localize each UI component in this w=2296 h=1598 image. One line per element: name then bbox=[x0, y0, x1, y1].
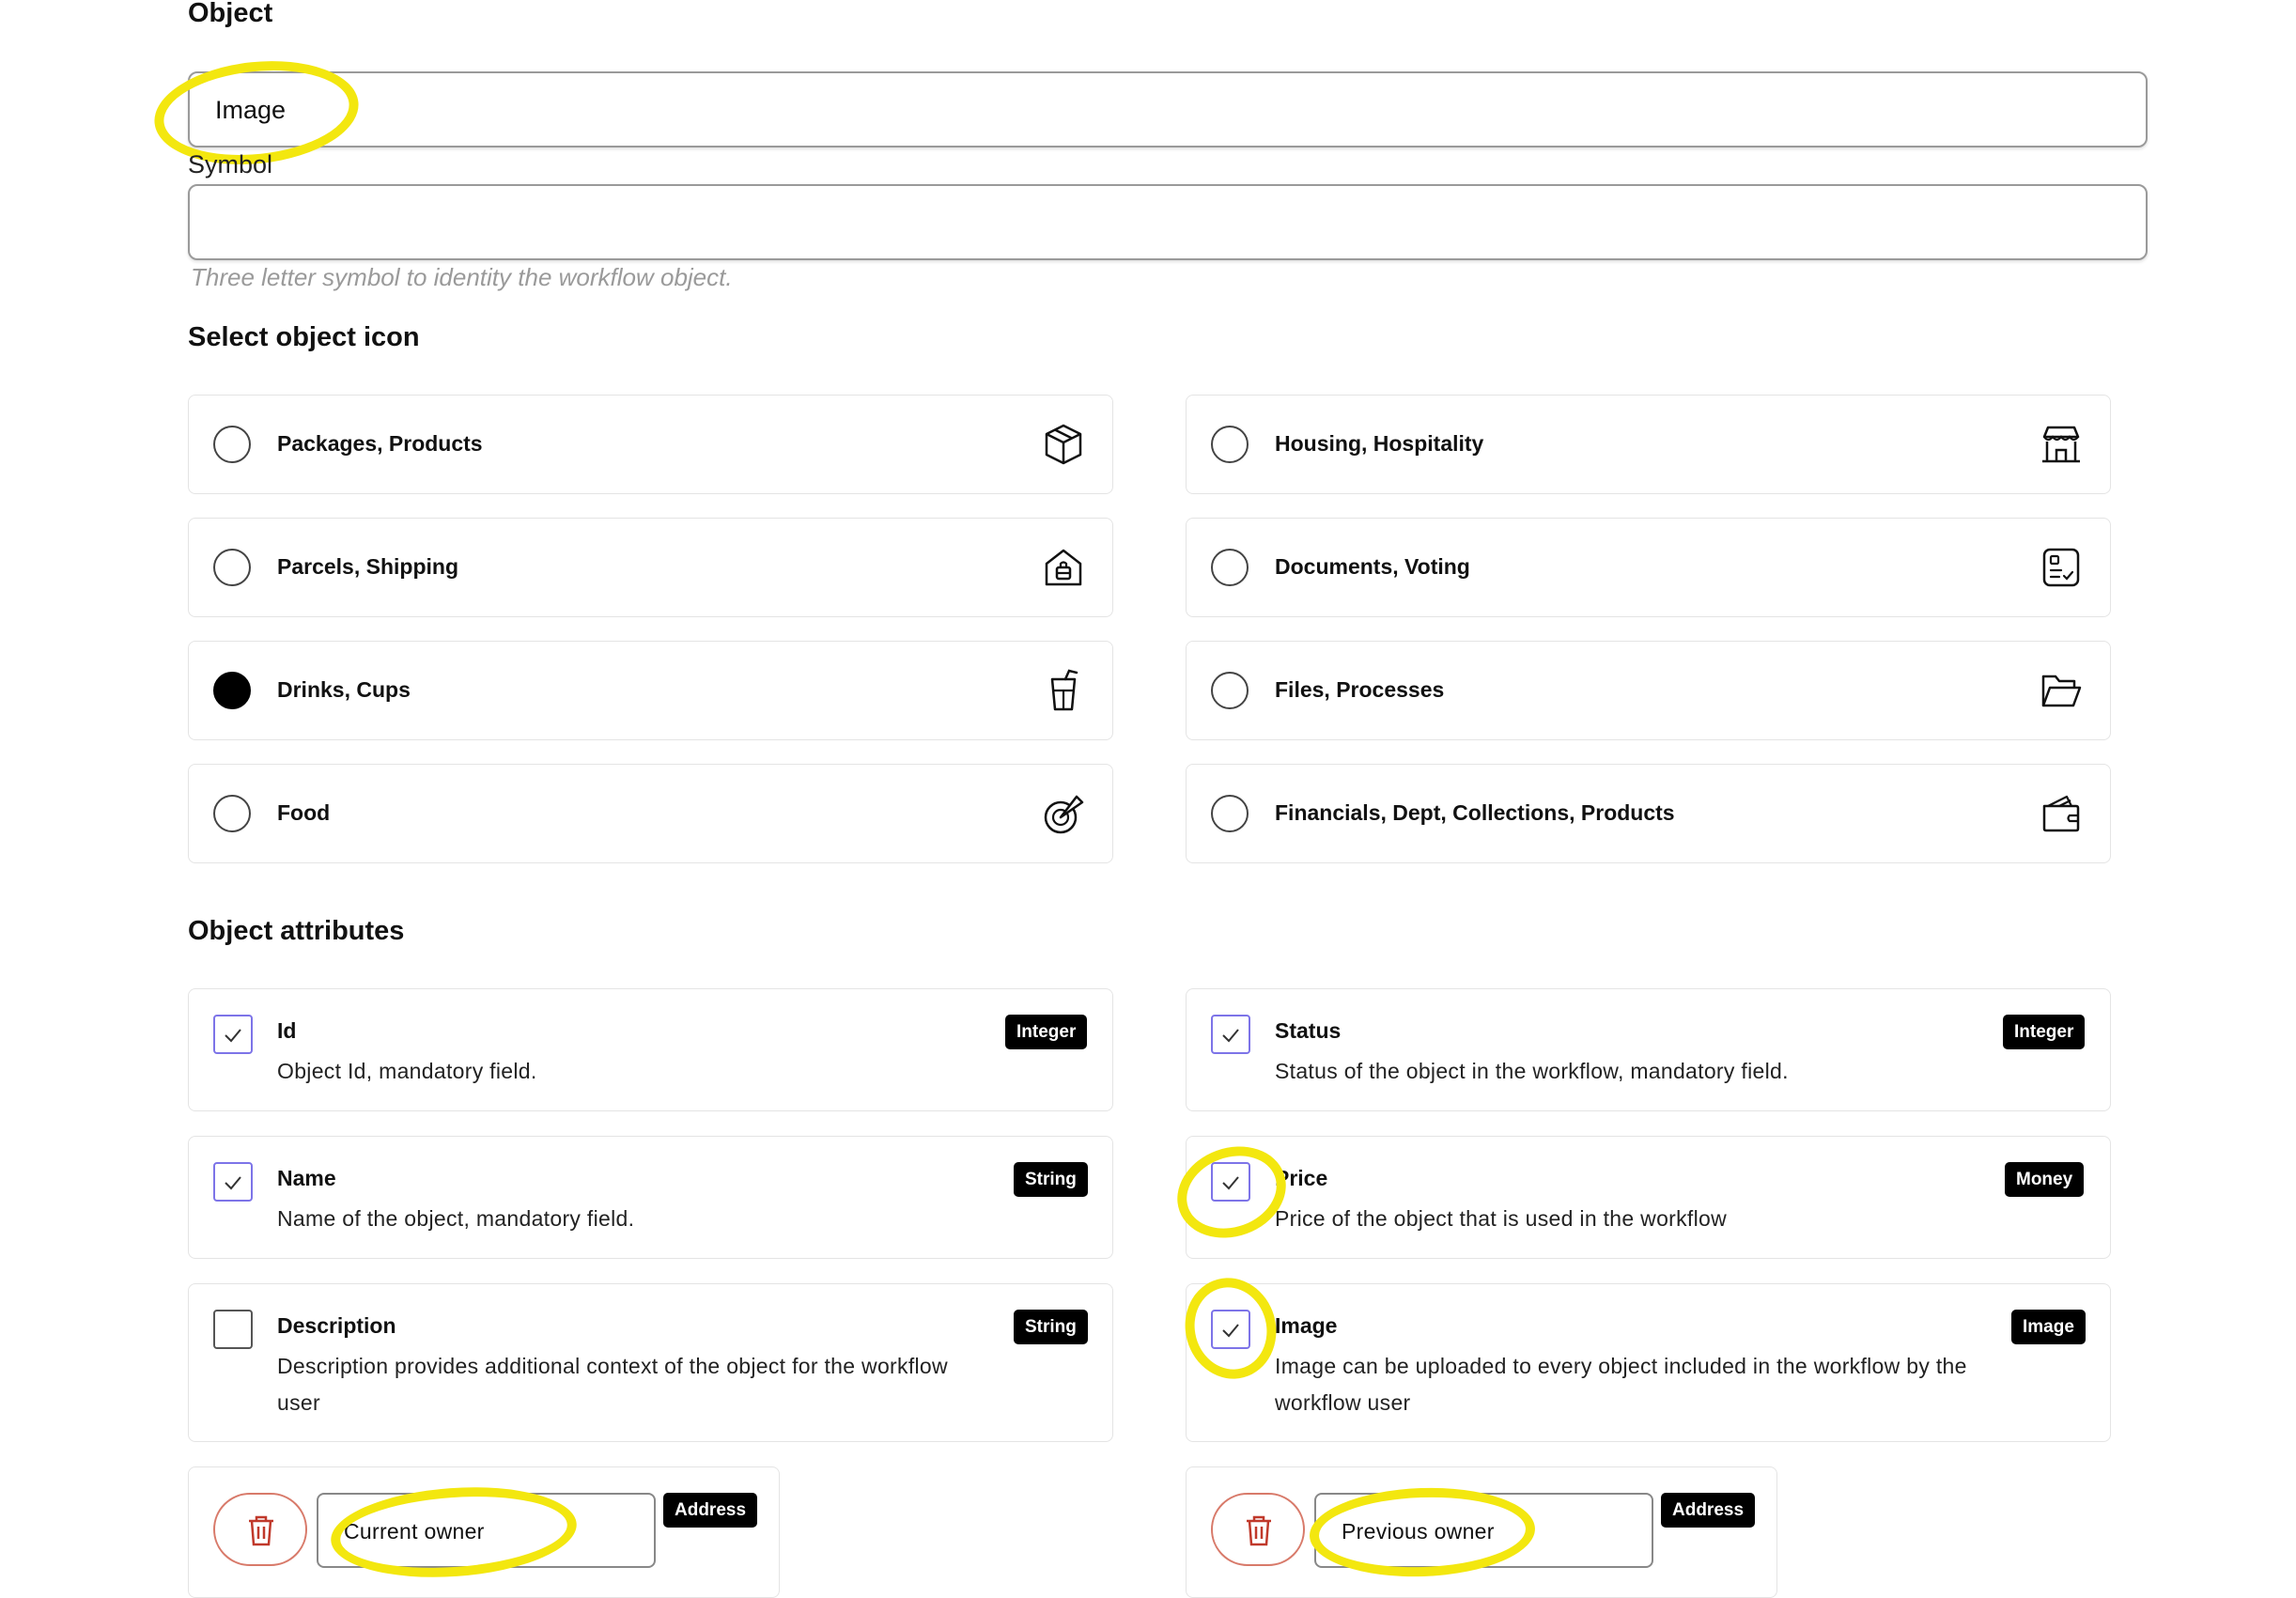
icon-option-label: Housing, Hospitality bbox=[1275, 431, 1484, 456]
icon-option-packages[interactable]: Packages, Products bbox=[188, 395, 1113, 494]
icon-option-drinks[interactable]: Drinks, Cups bbox=[188, 641, 1113, 740]
icon-option-documents[interactable]: Documents, Voting bbox=[1186, 518, 2111, 617]
drink-cup-icon bbox=[1050, 669, 1078, 711]
attribute-card-status[interactable]: Status Status of the object in the workf… bbox=[1186, 988, 2111, 1111]
attribute-card-name[interactable]: Name Name of the object, mandatory field… bbox=[188, 1136, 1113, 1259]
document-checklist-icon bbox=[2042, 548, 2080, 587]
attribute-checkbox[interactable] bbox=[1211, 1015, 1250, 1054]
icon-option-label: Parcels, Shipping bbox=[277, 554, 458, 579]
object-input-value: Image bbox=[215, 96, 287, 124]
custom-attribute-name-input[interactable]: Previous owner bbox=[1314, 1493, 1653, 1568]
trash-icon bbox=[1247, 1515, 1271, 1546]
type-badge: Integer bbox=[2003, 1015, 2086, 1049]
icon-option-parcels[interactable]: Parcels, Shipping bbox=[188, 518, 1113, 617]
type-badge: String bbox=[1014, 1310, 1088, 1344]
radio-button[interactable] bbox=[1211, 672, 1249, 709]
check-icon bbox=[225, 1176, 241, 1190]
delete-button[interactable] bbox=[1211, 1493, 1305, 1566]
attribute-description-line: user bbox=[277, 1390, 320, 1415]
delete-button[interactable] bbox=[213, 1493, 307, 1566]
icon-option-files[interactable]: Files, Processes bbox=[1186, 641, 2111, 740]
icon-option-label: Drinks, Cups bbox=[277, 677, 411, 702]
attribute-description: Status of the object in the workflow, ma… bbox=[1275, 1059, 1789, 1083]
package-icon bbox=[1045, 424, 1082, 465]
attribute-name: Id bbox=[277, 1018, 297, 1043]
check-icon bbox=[225, 1029, 241, 1043]
radio-button[interactable] bbox=[213, 795, 251, 832]
attribute-name: Image bbox=[1275, 1313, 1338, 1338]
attribute-description: Description provides additional context … bbox=[277, 1348, 948, 1421]
folder-open-icon bbox=[2041, 675, 2082, 707]
icon-option-label: Food bbox=[277, 800, 331, 825]
icon-option-label: Documents, Voting bbox=[1275, 554, 1470, 579]
type-badge: Image bbox=[2011, 1310, 2086, 1344]
attribute-description: Object Id, mandatory field. bbox=[277, 1059, 537, 1083]
custom-attribute-row-current-owner: Current owner Address bbox=[188, 1466, 780, 1598]
custom-attribute-name-value: Current owner bbox=[344, 1519, 485, 1544]
attribute-name: Description bbox=[277, 1313, 396, 1338]
attribute-name: Status bbox=[1275, 1018, 1342, 1043]
custom-attribute-name-input[interactable]: Current owner bbox=[317, 1493, 656, 1568]
trash-icon bbox=[249, 1515, 273, 1546]
attribute-card-image[interactable]: Image Image can be uploaded to every obj… bbox=[1186, 1283, 2111, 1442]
object-label: Object bbox=[188, 0, 273, 28]
attribute-description: Price of the object that is used in the … bbox=[1275, 1206, 1728, 1231]
attribute-card-price[interactable]: Price Price of the object that is used i… bbox=[1186, 1136, 2111, 1259]
attribute-checkbox[interactable] bbox=[213, 1015, 253, 1054]
custom-attribute-name-value: Previous owner bbox=[1342, 1519, 1495, 1544]
icon-option-label: Packages, Products bbox=[277, 431, 483, 456]
parcel-icon bbox=[1045, 549, 1082, 586]
icon-option-label: Files, Processes bbox=[1275, 677, 1445, 702]
object-input[interactable]: Image bbox=[188, 71, 2148, 147]
attribute-name: Price bbox=[1275, 1166, 1328, 1190]
radio-button-selected[interactable] bbox=[213, 672, 251, 709]
icon-option-financials[interactable]: Financials, Dept, Collections, Products bbox=[1186, 764, 2111, 863]
check-icon bbox=[1222, 1176, 1239, 1190]
radio-button[interactable] bbox=[213, 426, 251, 463]
attribute-checkbox[interactable] bbox=[1211, 1310, 1250, 1349]
attribute-description-line: workflow user bbox=[1275, 1390, 1411, 1415]
attribute-description: Image can be uploaded to every object in… bbox=[1275, 1348, 1967, 1421]
radio-button[interactable] bbox=[213, 549, 251, 586]
check-icon bbox=[1222, 1324, 1239, 1338]
attribute-card-description[interactable]: Description Description provides additio… bbox=[188, 1283, 1113, 1442]
storefront-icon bbox=[2042, 426, 2080, 463]
type-badge: Integer bbox=[1005, 1015, 1088, 1049]
icon-option-label: Financials, Dept, Collections, Products bbox=[1275, 800, 1675, 825]
type-badge: String bbox=[1014, 1162, 1088, 1197]
symbol-input[interactable] bbox=[188, 184, 2148, 260]
check-icon bbox=[1222, 1029, 1239, 1043]
radio-button[interactable] bbox=[1211, 795, 1249, 832]
type-badge: Address bbox=[1661, 1493, 1756, 1528]
attribute-checkbox[interactable] bbox=[213, 1162, 253, 1202]
icon-option-food[interactable]: Food bbox=[188, 764, 1113, 863]
icon-section-title: Select object icon bbox=[188, 322, 420, 352]
symbol-hint: Three letter symbol to identity the work… bbox=[191, 263, 733, 291]
icon-option-housing[interactable]: Housing, Hospitality bbox=[1186, 395, 2111, 494]
radio-button[interactable] bbox=[1211, 549, 1249, 586]
food-icon bbox=[1044, 795, 1084, 834]
attributes-section-title: Object attributes bbox=[188, 916, 405, 946]
type-badge: Address bbox=[663, 1493, 758, 1528]
custom-attribute-row-previous-owner: Previous owner Address bbox=[1186, 1466, 1777, 1598]
radio-button[interactable] bbox=[1211, 426, 1249, 463]
attribute-description: Name of the object, mandatory field. bbox=[277, 1206, 635, 1231]
attribute-description-line: Image can be uploaded to every object in… bbox=[1275, 1354, 1967, 1378]
wallet-icon bbox=[2042, 795, 2080, 832]
attribute-name: Name bbox=[277, 1166, 336, 1190]
attribute-checkbox[interactable] bbox=[1211, 1162, 1250, 1202]
attribute-description-line: Description provides additional context … bbox=[277, 1354, 948, 1378]
symbol-label: Symbol bbox=[188, 150, 273, 178]
attribute-checkbox-unchecked[interactable] bbox=[213, 1310, 253, 1349]
attribute-card-id[interactable]: Id Object Id, mandatory field. Integer bbox=[188, 988, 1113, 1111]
type-badge: Money bbox=[2005, 1162, 2085, 1197]
